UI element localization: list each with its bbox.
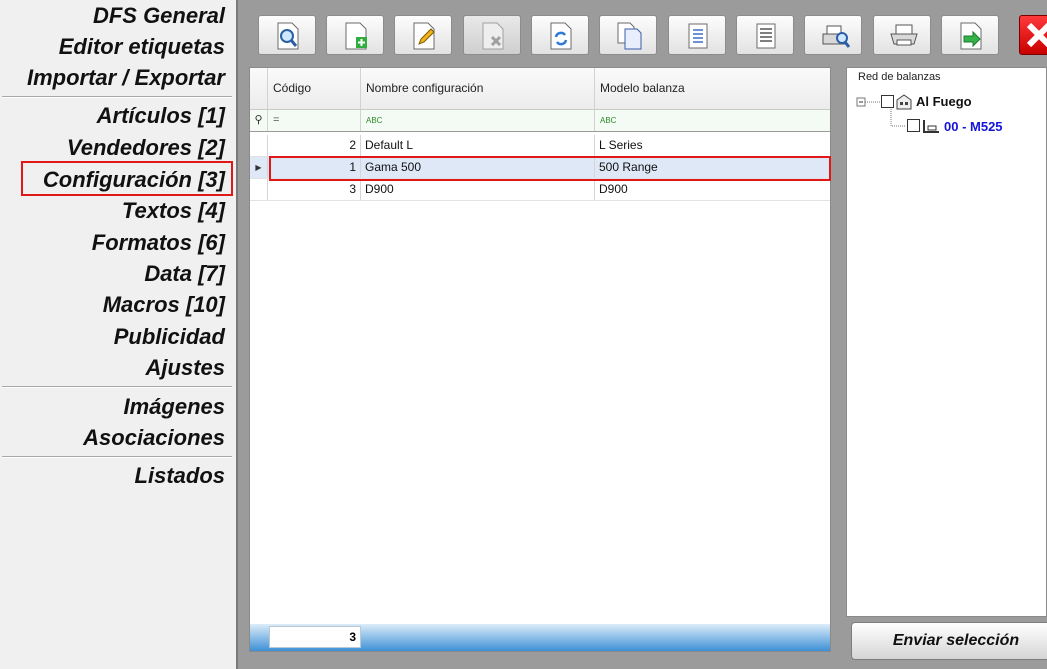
tree-node-scale[interactable]: 00 - M525: [944, 119, 1003, 134]
nav-selection-highlight: [21, 161, 233, 196]
cell-modelo: D900: [599, 182, 628, 196]
cell-nombre: Default L: [361, 135, 595, 156]
grid-filter-row: ⚲ = ABC ABC: [250, 110, 830, 132]
close-icon: [1026, 22, 1047, 48]
delete-button[interactable]: [463, 15, 521, 55]
print-button[interactable]: [873, 15, 931, 55]
cell-nombre: Gama 500: [361, 157, 595, 178]
row-indicator: [250, 179, 268, 200]
record-count: 3: [269, 626, 361, 648]
refresh-button[interactable]: [531, 15, 589, 55]
scale-icon: [923, 120, 939, 133]
edit-button[interactable]: [394, 15, 452, 55]
checkbox-icon[interactable]: [907, 119, 921, 133]
tree-node-root[interactable]: Al Fuego: [916, 94, 972, 109]
send-selection-button[interactable]: Enviar selección: [851, 622, 1047, 660]
new-button[interactable]: [326, 15, 384, 55]
list-document-icon: [688, 23, 708, 49]
document-add-icon: [345, 22, 367, 50]
filter-modelo[interactable]: ABC: [595, 110, 830, 131]
nav-item-macros[interactable]: Macros [10]: [103, 292, 225, 318]
nav-item-importar-exportar[interactable]: Importar / Exportar: [27, 65, 225, 91]
printer-icon: [890, 24, 918, 46]
cell-codigo: 2: [268, 135, 361, 156]
row-indicator: [250, 135, 268, 156]
filter-codigo[interactable]: =: [268, 110, 361, 131]
search-print-button[interactable]: [804, 15, 862, 55]
cell-nombre: D900: [361, 179, 595, 200]
grid-header: Código Nombre configuración Modelo balan…: [250, 68, 830, 110]
filter-nombre[interactable]: ABC: [361, 110, 595, 131]
lines-document-icon: [756, 23, 776, 49]
column-header-modelo[interactable]: Modelo balanza: [595, 68, 830, 109]
documents-copy-icon: [617, 22, 642, 50]
tree-title: Red de balanzas: [858, 71, 941, 83]
nav-item-imagenes[interactable]: Imágenes: [124, 394, 226, 420]
table-row[interactable]: 2 Default L L Series: [250, 135, 830, 157]
cell-codigo: 1: [268, 157, 361, 178]
table-row[interactable]: 3 D900 D900: [250, 179, 830, 201]
column-header-nombre[interactable]: Nombre configuración: [361, 68, 595, 109]
magnifier-document-icon: [277, 22, 299, 50]
nav-item-listados[interactable]: Listados: [135, 463, 225, 489]
nav-item-ajustes[interactable]: Ajustes: [146, 355, 225, 381]
preview-button[interactable]: [258, 15, 316, 55]
nav-item-vendedores[interactable]: Vendedores [2]: [67, 135, 225, 161]
nav-item-publicidad[interactable]: Publicidad: [114, 324, 225, 350]
close-button[interactable]: [1019, 15, 1047, 55]
module-navigation: DFS General Editor etiquetas Importar / …: [0, 0, 237, 669]
grid-footer: 3: [250, 624, 830, 651]
column-header-codigo[interactable]: Código: [268, 68, 361, 109]
nav-item-editor-etiquetas[interactable]: Editor etiquetas: [59, 34, 225, 60]
row-indicator-header: [250, 68, 268, 109]
nav-divider: [2, 96, 232, 98]
filter-pin-icon[interactable]: ⚲: [250, 110, 268, 131]
checkbox-icon[interactable]: [881, 95, 895, 109]
nav-divider: [2, 386, 232, 388]
collapse-toggle-icon[interactable]: [848, 97, 856, 105]
document-edit-icon: [413, 22, 435, 50]
current-row-arrow-icon: ▶: [250, 157, 268, 178]
building-icon: [896, 94, 912, 110]
export-button[interactable]: [941, 15, 999, 55]
copy-button[interactable]: [599, 15, 657, 55]
table-row-selected[interactable]: ▶ 1 Gama 500 500 Range: [250, 157, 830, 179]
document-refresh-icon: [550, 22, 572, 50]
nav-divider: [2, 456, 232, 458]
nav-item-data[interactable]: Data [7]: [144, 261, 225, 287]
nav-item-asociaciones[interactable]: Asociaciones: [83, 425, 225, 451]
cell-codigo: 3: [268, 179, 361, 200]
configurations-grid: Código Nombre configuración Modelo balan…: [249, 67, 831, 652]
list-button[interactable]: [668, 15, 726, 55]
lines-button[interactable]: [736, 15, 794, 55]
scale-network-tree: Red de balanzas Al Fuego 00 - M525: [846, 67, 1047, 617]
cell-modelo: L Series: [599, 138, 643, 152]
nav-item-textos[interactable]: Textos [4]: [122, 198, 225, 224]
document-delete-icon: [482, 22, 504, 50]
nav-item-articulos[interactable]: Artículos [1]: [97, 103, 225, 129]
nav-item-dfs-general[interactable]: DFS General: [93, 3, 225, 29]
document-export-icon: [960, 22, 982, 50]
cell-modelo: 500 Range: [599, 160, 658, 174]
nav-item-formatos[interactable]: Formatos [6]: [92, 230, 225, 256]
print-preview-icon: [822, 25, 851, 48]
